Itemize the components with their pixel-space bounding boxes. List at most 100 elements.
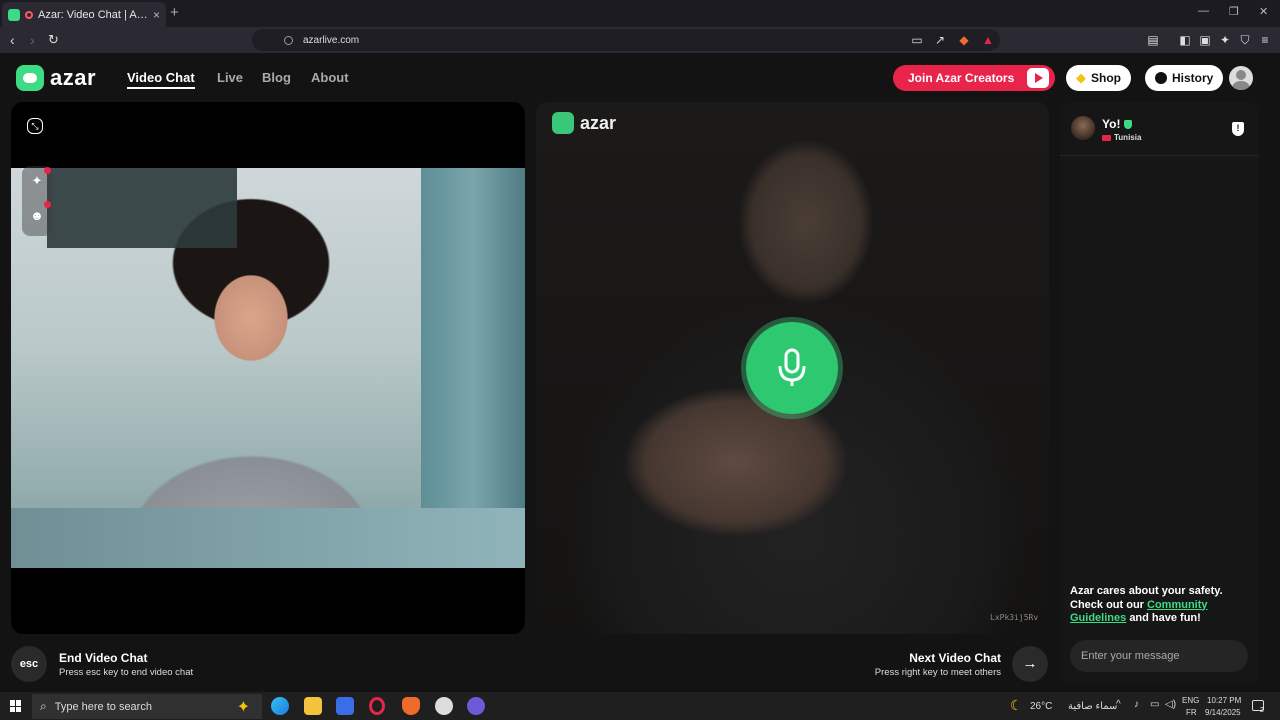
opera-icon[interactable]	[369, 697, 385, 715]
taskbar-search-box[interactable]: ⌕ Type here to search ✦	[32, 694, 262, 719]
clock-time[interactable]: 10:27 PM	[1207, 696, 1241, 705]
recording-indicator-icon	[25, 10, 33, 19]
end-video-chat-hint: Press esc key to end video chat	[59, 667, 194, 678]
site-info-icon[interactable]	[284, 35, 293, 45]
tray-expand-icon[interactable]: ^	[1116, 699, 1121, 710]
chat-divider	[1060, 155, 1259, 156]
self-camera-feed	[11, 168, 525, 568]
minimize-button[interactable]: —	[1198, 5, 1209, 17]
store-icon[interactable]	[336, 697, 354, 715]
network-icon[interactable]: ▭	[1150, 699, 1159, 710]
next-video-chat-title: Next Video Chat	[909, 651, 1001, 665]
partner-avatar[interactable]	[1071, 116, 1095, 140]
clock-date[interactable]: 9/14/2025	[1205, 708, 1241, 717]
partner-name-text: Yo!	[1102, 117, 1121, 131]
next-video-chat-hint: Press right key to meet others	[874, 667, 1001, 678]
menu-icon[interactable]: ≡	[1258, 33, 1272, 47]
back-icon[interactable]: ‹	[10, 32, 15, 48]
brave-icon[interactable]	[402, 697, 420, 715]
azar-logo-icon	[552, 112, 574, 134]
close-window-button[interactable]: ✕	[1259, 5, 1268, 18]
remote-logo-text: azar	[580, 112, 617, 133]
safety-notice: Azar cares about your safety. Check out …	[1070, 585, 1250, 626]
play-icon	[1027, 68, 1049, 88]
chatgpt-icon[interactable]	[435, 697, 453, 715]
volume-icon[interactable]: ◁)	[1165, 699, 1176, 710]
tab-close-button[interactable]: ×	[153, 8, 160, 22]
nav-live[interactable]: Live	[217, 70, 243, 85]
maximize-button[interactable]: ❐	[1229, 5, 1239, 18]
partner-country-text: Tunisia	[1114, 133, 1142, 142]
reader-icon[interactable]: ▤	[1146, 33, 1160, 47]
wallet-icon[interactable]: ▣	[1198, 33, 1212, 47]
profile-avatar[interactable]	[1229, 66, 1253, 90]
mic-tray-icon[interactable]: ♪	[1134, 699, 1139, 710]
nav-about[interactable]: About	[311, 70, 349, 85]
remote-user-id: LxPk3ij5Rv	[990, 613, 1039, 622]
microphone-button[interactable]	[746, 322, 838, 414]
tunisia-flag-icon	[1102, 134, 1111, 141]
wall-poster	[47, 168, 237, 248]
shop-button[interactable]: ◆ Shop	[1066, 65, 1131, 91]
microphone-icon	[778, 348, 806, 386]
leo-ai-icon[interactable]: ✦	[1218, 33, 1232, 47]
cast-icon[interactable]: ▭	[910, 33, 924, 47]
browser-tab[interactable]: Azar: Video Chat | Alternative ×	[2, 2, 166, 27]
filter-notification-dot	[44, 201, 51, 208]
nav-active-underline	[127, 87, 195, 89]
next-chat-arrow-icon[interactable]: →	[1012, 646, 1048, 682]
weather-temp[interactable]: 26°C	[1030, 701, 1052, 712]
search-highlight-icon: ✦	[236, 699, 250, 716]
minimize-view-icon[interactable]: ⤡	[27, 118, 43, 134]
share-icon[interactable]: ↗	[933, 33, 947, 47]
join-azar-creators-button[interactable]: Join Azar Creators	[893, 65, 1055, 91]
brave-shield-icon[interactable]: ◆	[957, 33, 971, 47]
messenger-icon[interactable]	[467, 697, 485, 715]
history-button[interactable]: History	[1145, 65, 1224, 91]
new-tab-button[interactable]: +	[170, 4, 179, 21]
effects-notification-dot	[44, 167, 51, 174]
tab-title: Azar: Video Chat | Alternative	[38, 8, 148, 21]
verified-shield-icon	[1124, 119, 1133, 129]
url-text: azarlive.com	[303, 34, 360, 46]
windows-start-icon[interactable]	[10, 700, 22, 712]
end-chat-button[interactable]: esc	[11, 646, 47, 682]
azar-logo[interactable]: azar	[16, 65, 96, 91]
language-bottom[interactable]: FR	[1186, 708, 1197, 717]
edge-icon[interactable]	[271, 697, 289, 715]
weather-description[interactable]: سماء صافية	[1068, 701, 1117, 712]
taskbar-search-placeholder: Type here to search	[54, 700, 152, 713]
end-video-chat-title: End Video Chat	[59, 651, 148, 665]
nav-video-chat[interactable]: Video Chat	[127, 70, 195, 85]
azar-logo-icon	[16, 65, 44, 91]
partner-country: Tunisia	[1102, 133, 1141, 142]
rewards-icon[interactable]: ▲	[981, 33, 995, 47]
join-creators-label: Join Azar Creators	[908, 71, 1015, 85]
remote-watermark-logo: azar	[552, 112, 616, 134]
language-top[interactable]: ENG	[1182, 696, 1199, 705]
reload-icon[interactable]: ↻	[48, 32, 59, 48]
vpn-icon[interactable]: ⛉	[1238, 33, 1252, 47]
sidebar-icon[interactable]: ◧	[1178, 33, 1192, 47]
chat-message-input[interactable]	[1070, 640, 1248, 672]
report-shield-icon[interactable]: !	[1232, 122, 1244, 136]
partner-name: Yo!	[1102, 117, 1133, 131]
azar-logo-text: azar	[50, 65, 97, 90]
history-label: History	[1172, 71, 1214, 85]
safety-line-1: Azar cares about your safety.	[1070, 585, 1223, 597]
file-explorer-icon[interactable]	[304, 697, 322, 715]
safety-line-3: and have fun!	[1129, 612, 1201, 624]
clock-icon	[1155, 72, 1167, 84]
weather-moon-icon: ☾	[1010, 697, 1023, 713]
shop-label: Shop	[1091, 71, 1121, 85]
search-icon: ⌕	[40, 699, 47, 713]
safety-line-2: Check out our	[1070, 598, 1144, 611]
address-bar[interactable]: azarlive.com	[252, 29, 1000, 51]
self-video-panel	[11, 102, 525, 634]
nav-blog[interactable]: Blog	[262, 70, 291, 85]
forward-icon[interactable]: ›	[30, 32, 35, 48]
bed	[11, 508, 525, 568]
notification-count: 2	[1260, 707, 1264, 714]
browser-tab-bar	[0, 0, 1280, 27]
diamond-icon: ◆	[1076, 70, 1086, 85]
